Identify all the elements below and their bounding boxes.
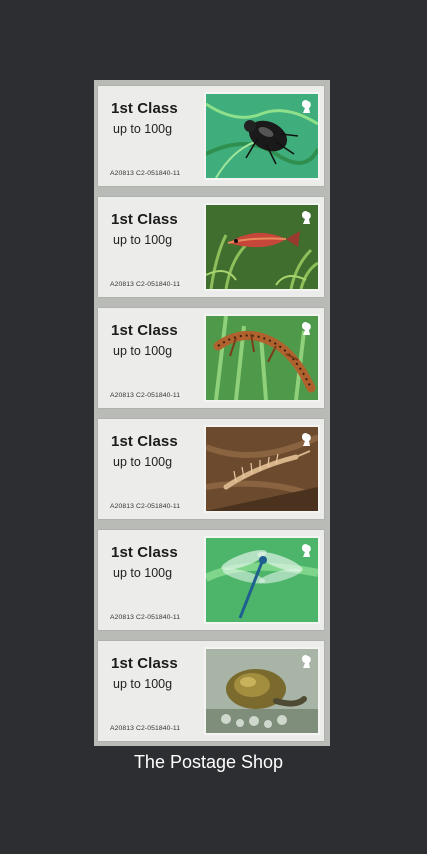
stamp-code: A20813 C2-051840-11 bbox=[110, 170, 181, 177]
stamp-strip: 1st Class up to 100g A20813 C2-051840-11… bbox=[94, 80, 330, 746]
service-class: 1st Class bbox=[111, 322, 178, 339]
stamp-label: 1st Class up to 100g A20813 C2-051840-11 bbox=[98, 530, 324, 630]
service-class: 1st Class bbox=[111, 433, 178, 450]
service-class: 1st Class bbox=[111, 655, 178, 672]
stamp-code: A20813 C2-051840-11 bbox=[110, 725, 181, 732]
weight-limit: up to 100g bbox=[113, 122, 173, 136]
water-beetle-illustration bbox=[206, 94, 318, 178]
stamp-artwork bbox=[204, 425, 320, 513]
stamp-artwork bbox=[204, 647, 320, 735]
shop-caption: The Postage Shop bbox=[133, 752, 284, 772]
pond-snail-illustration bbox=[206, 649, 318, 733]
stamp-artwork bbox=[204, 203, 320, 291]
stamp-code: A20813 C2-051840-11 bbox=[110, 503, 181, 510]
stickleback-illustration bbox=[206, 205, 318, 289]
stamp-code: A20813 C2-051840-11 bbox=[110, 614, 181, 621]
stamp-code: A20813 C2-051840-11 bbox=[110, 281, 181, 288]
damselfly-illustration bbox=[206, 538, 318, 622]
weight-limit: up to 100g bbox=[113, 566, 173, 580]
stamp-label: 1st Class up to 100g A20813 C2-051840-11 bbox=[98, 197, 324, 297]
stamp-code: A20813 C2-051840-11 bbox=[110, 392, 181, 399]
stamp-artwork bbox=[204, 314, 320, 402]
weight-limit: up to 100g bbox=[113, 677, 173, 691]
fairy-shrimp-illustration bbox=[206, 427, 318, 511]
stamp-label: 1st Class up to 100g A20813 C2-051840-11 bbox=[98, 308, 324, 408]
service-class: 1st Class bbox=[111, 100, 178, 117]
weight-limit: up to 100g bbox=[113, 455, 173, 469]
service-class: 1st Class bbox=[111, 544, 178, 561]
newt-illustration bbox=[206, 316, 318, 400]
stamp-artwork bbox=[204, 92, 320, 180]
stamp-label: 1st Class up to 100g A20813 C2-051840-11 bbox=[98, 641, 324, 741]
stamp-artwork bbox=[204, 536, 320, 624]
stamp-label: 1st Class up to 100g A20813 C2-051840-11 bbox=[98, 419, 324, 519]
service-class: 1st Class bbox=[111, 211, 178, 228]
weight-limit: up to 100g bbox=[113, 233, 173, 247]
weight-limit: up to 100g bbox=[113, 344, 173, 358]
stamp-label: 1st Class up to 100g A20813 C2-051840-11 bbox=[98, 86, 324, 186]
